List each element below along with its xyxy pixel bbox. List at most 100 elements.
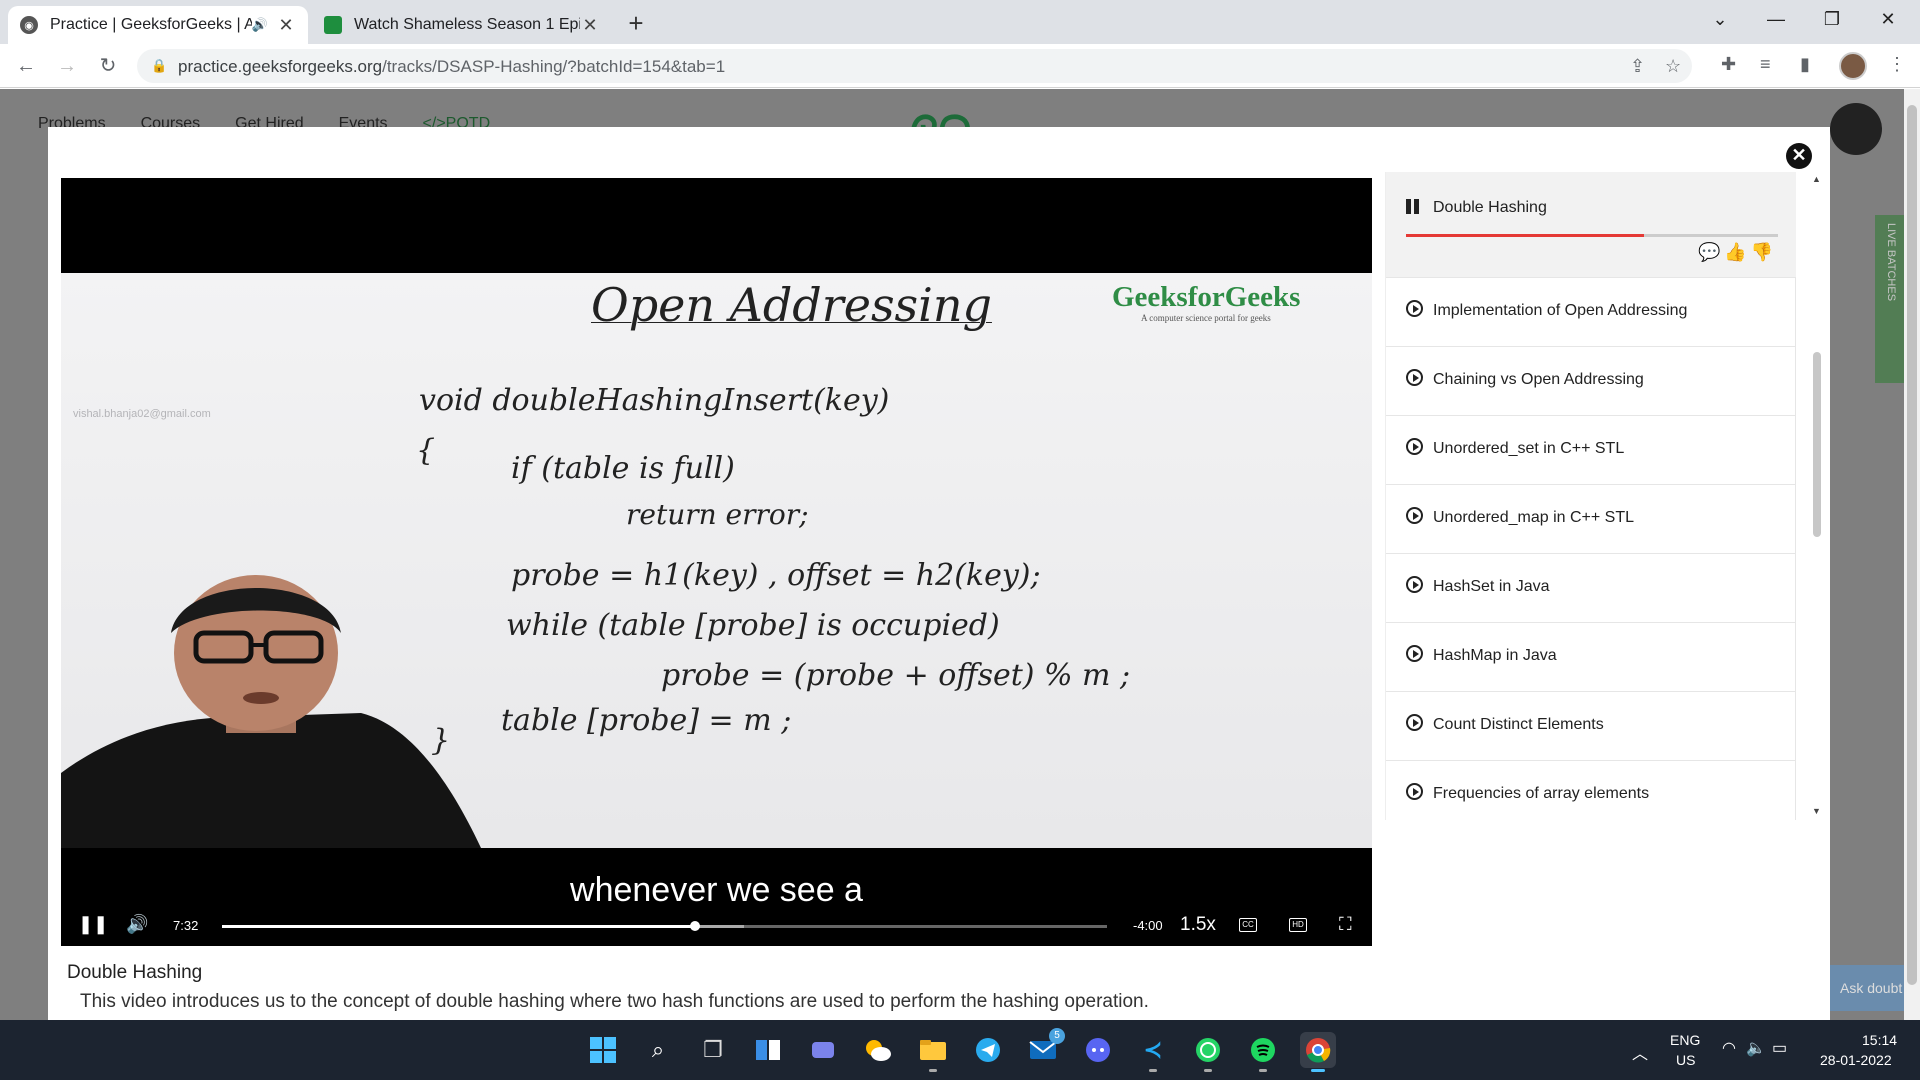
tab-search-icon[interactable]: ⌄ — [1692, 0, 1748, 40]
board-line: { — [416, 433, 436, 468]
play-circle-icon — [1406, 300, 1423, 317]
playlist: Double Hashing 💬👍👎 Implementation of Ope… — [1385, 172, 1796, 820]
board-line: return error; — [626, 498, 809, 531]
play-circle-icon — [1406, 714, 1423, 731]
profile-avatar[interactable] — [1839, 52, 1867, 80]
board-line: probe = (probe + offset) % m ; — [661, 658, 1131, 693]
play-circle-icon — [1406, 507, 1423, 524]
play-circle-icon — [1406, 438, 1423, 455]
scrollbar-thumb[interactable] — [1907, 105, 1917, 985]
playlist-item[interactable]: Chaining vs Open Addressing — [1386, 347, 1796, 416]
menu-kebab-icon[interactable]: ⋮ — [1888, 54, 1906, 75]
spotify-icon[interactable] — [1245, 1032, 1281, 1072]
user-avatar[interactable] — [1830, 103, 1882, 155]
clock-time[interactable]: 15:14 — [1862, 1032, 1897, 1048]
windows-taskbar: ⌕ ❐ 5 ≺ ︿ ENG US ◠ 🔈 ▭ 15:14 28-01-2022 — [0, 1020, 1920, 1080]
item-progress-bar — [1406, 234, 1778, 237]
seek-bar[interactable] — [222, 921, 1107, 931]
close-tab-icon[interactable]: ✕ — [276, 15, 296, 36]
thumbs-up-icon[interactable]: 👍 — [1724, 242, 1750, 262]
share-icon[interactable]: ⇪ — [1630, 56, 1645, 77]
url-text[interactable]: practice.geeksforgeeks.org/tracks/DSASP-… — [178, 57, 725, 77]
playlist-item[interactable]: Count Distinct Elements — [1386, 692, 1796, 761]
lock-icon: 🔒 — [151, 58, 168, 73]
video-frame: GeeksforGeeks A computer science portal … — [61, 273, 1372, 848]
scroll-up-icon[interactable]: ▲ — [1812, 174, 1821, 184]
playlist-item[interactable]: HashSet in Java — [1386, 554, 1796, 623]
close-modal-icon[interactable]: ✕ — [1786, 143, 1812, 169]
extensions-icon[interactable]: ✚ — [1721, 54, 1736, 75]
show-hidden-icons-icon[interactable]: ︿ — [1632, 1040, 1648, 1064]
weather-icon[interactable] — [860, 1032, 896, 1068]
tab-shameless[interactable]: Watch Shameless Season 1 Episode ✕ — [312, 6, 612, 44]
video-player[interactable]: GeeksforGeeks A computer science portal … — [61, 178, 1372, 946]
playlist-item-label: HashMap in Java — [1433, 647, 1557, 664]
file-explorer-icon[interactable] — [915, 1032, 951, 1072]
wifi-icon[interactable]: ◠ — [1722, 1038, 1736, 1058]
playlist-scroll-thumb[interactable] — [1813, 352, 1821, 537]
restore-button[interactable]: ❐ — [1804, 0, 1860, 40]
playlist-item-label: Unordered_map in C++ STL — [1433, 509, 1634, 526]
play-circle-icon — [1406, 576, 1423, 593]
speaker-icon[interactable]: 🔊 — [252, 17, 268, 33]
scroll-down-icon[interactable]: ▼ — [1812, 806, 1821, 816]
chrome-icon[interactable] — [1300, 1032, 1336, 1072]
page-scrollbar[interactable] — [1904, 89, 1920, 1020]
live-batches-tab[interactable]: LIVE BATCHES — [1875, 215, 1904, 383]
reload-icon[interactable]: ↻ — [94, 52, 122, 80]
playlist-item-current[interactable]: Double Hashing 💬👍👎 — [1386, 172, 1796, 278]
close-tab-icon[interactable]: ✕ — [580, 15, 600, 36]
closed-captions-icon[interactable]: CC — [1239, 918, 1257, 932]
battery-icon[interactable]: ▭ — [1772, 1038, 1787, 1058]
playlist-item[interactable]: Implementation of Open Addressing — [1386, 278, 1796, 347]
playback-speed-button[interactable]: 1.5x — [1180, 914, 1216, 936]
pause-icon[interactable]: ❚❚ — [78, 914, 108, 935]
mail-badge: 5 — [1049, 1028, 1065, 1044]
media-controls-icon[interactable]: ≡ — [1760, 54, 1771, 75]
vscode-icon[interactable]: ≺ — [1135, 1032, 1171, 1072]
new-tab-button[interactable]: + — [620, 8, 652, 40]
teams-chat-icon[interactable] — [805, 1032, 841, 1068]
volume-icon[interactable]: 🔊 — [126, 914, 148, 935]
close-window-button[interactable]: ✕ — [1860, 0, 1916, 40]
minimize-button[interactable]: — — [1748, 0, 1804, 40]
tab-practice[interactable]: ◉ Practice | GeeksforGeeks | A computer … — [8, 6, 308, 44]
input-language[interactable]: ENG — [1670, 1032, 1700, 1048]
input-region[interactable]: US — [1676, 1052, 1695, 1068]
discord-icon[interactable] — [1080, 1032, 1116, 1068]
ask-doubt-button[interactable]: Ask doubt — [1830, 965, 1904, 1011]
mail-icon[interactable]: 5 — [1025, 1028, 1065, 1068]
comment-icon[interactable]: 💬 — [1698, 242, 1724, 262]
search-icon[interactable]: ⌕ — [640, 1032, 676, 1068]
playlist-item[interactable]: Frequencies of array elements — [1386, 761, 1796, 820]
play-circle-icon — [1406, 369, 1423, 386]
whatsapp-icon[interactable] — [1190, 1032, 1226, 1072]
board-heading: Open Addressing — [591, 278, 992, 332]
presenter-image — [61, 575, 481, 848]
windows-start-icon[interactable] — [585, 1032, 621, 1068]
address-bar[interactable]: 🔒 practice.geeksforgeeks.org/tracks/DSAS… — [137, 49, 1692, 83]
playlist-item[interactable]: HashMap in Java — [1386, 623, 1796, 692]
tab-title: Watch Shameless Season 1 Episode — [354, 16, 580, 33]
telegram-icon[interactable] — [970, 1032, 1006, 1068]
pause-icon — [1406, 199, 1420, 214]
board-line: if (table is full) — [511, 451, 735, 486]
side-panel-icon[interactable]: ▮ — [1800, 54, 1810, 75]
playlist-item-label: HashSet in Java — [1433, 578, 1550, 595]
playlist-item-label: Frequencies of array elements — [1433, 785, 1650, 802]
playlist-item[interactable]: Unordered_map in C++ STL — [1386, 485, 1796, 554]
forward-icon[interactable]: → — [53, 52, 81, 80]
quality-hd-icon[interactable]: HD — [1289, 918, 1307, 932]
seek-handle[interactable] — [690, 921, 701, 931]
volume-icon[interactable]: 🔈 — [1746, 1038, 1766, 1058]
playlist-scrollbar[interactable]: ▲ ▼ — [1810, 172, 1824, 820]
playlist-item-label: Unordered_set in C++ STL — [1433, 440, 1625, 457]
back-icon[interactable]: ← — [12, 52, 40, 80]
playlist-item[interactable]: Unordered_set in C++ STL — [1386, 416, 1796, 485]
thumbs-down-icon[interactable]: 👎 — [1751, 242, 1777, 262]
task-view-icon[interactable]: ❐ — [695, 1032, 731, 1068]
clock-date[interactable]: 28-01-2022 — [1820, 1052, 1892, 1068]
bookmark-star-icon[interactable]: ☆ — [1665, 56, 1681, 77]
fullscreen-icon[interactable]: ⛶ — [1339, 914, 1352, 935]
widgets-icon[interactable] — [750, 1032, 786, 1068]
